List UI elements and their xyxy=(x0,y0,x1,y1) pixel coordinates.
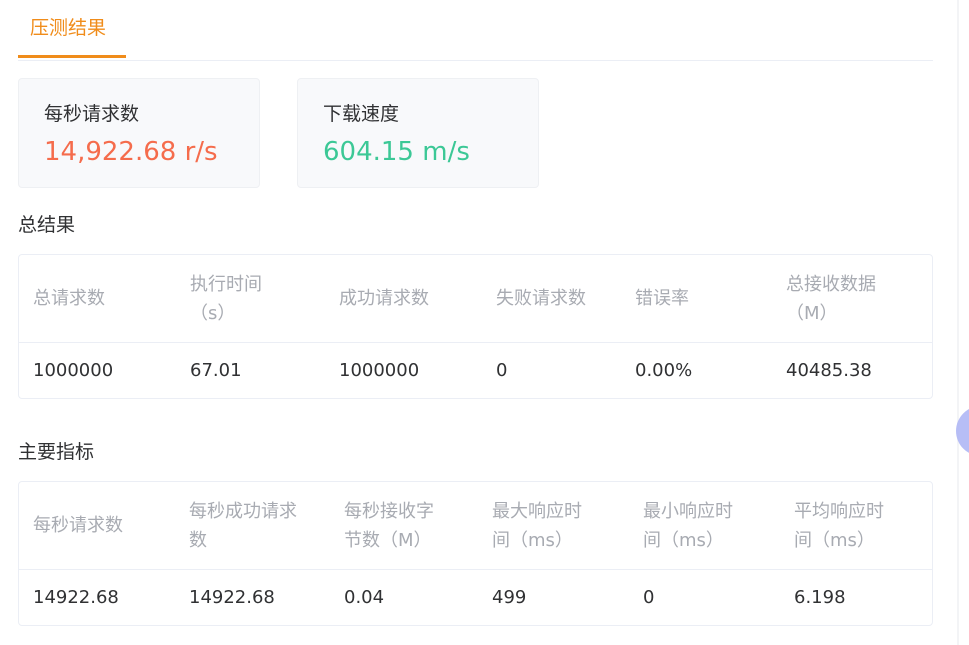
download-speed-stat-card: 下载速度 604.15 m/s xyxy=(297,78,539,188)
column-header-text: 成功请求数 xyxy=(339,288,429,309)
column-header-text: 执行时间 xyxy=(190,273,262,295)
main-metrics-title: 主要指标 xyxy=(18,441,95,463)
column-header: 每秒请求数 xyxy=(33,482,123,569)
column-header: 总接收数据 （M） xyxy=(786,255,876,342)
table-cell: 14922.68 xyxy=(189,587,275,608)
column-header-text: 平均响应时 xyxy=(794,500,884,522)
table-cell: 14922.68 xyxy=(33,587,119,608)
table-row: 1000000 67.01 1000000 0 0.00% 40485.38 xyxy=(19,343,932,398)
column-header-text: 数 xyxy=(189,529,207,551)
table-cell: 40485.38 xyxy=(786,360,872,381)
table-cell: 1000000 xyxy=(339,360,420,381)
column-header: 总请求数 xyxy=(33,255,105,342)
rps-value: 14,922.68 r/s xyxy=(44,137,218,167)
column-header: 每秒接收字节数（M） xyxy=(344,482,434,569)
main-metrics-table: 每秒请求数 每秒成功请求数每秒接收字 节数（M） 最大响应时 间（ms） 最小响应时 间（m… xyxy=(18,481,933,626)
column-header: 执行时间 （s） xyxy=(190,255,262,342)
table-cell: 6.198 xyxy=(794,587,846,608)
column-header-text: 每秒成功请求 xyxy=(189,500,297,522)
column-header-text: 间（ms） xyxy=(492,529,573,551)
column-header: 成功请求数 xyxy=(339,255,429,342)
column-header-text: 节数（M） xyxy=(344,529,432,551)
column-header: 每秒成功请求数 xyxy=(189,482,297,569)
table-row: 14922.68 14922.68 0.04 499 0 6.198 xyxy=(19,570,932,625)
rps-label: 每秒请求数 xyxy=(44,103,140,125)
column-header-text: 每秒接收字 xyxy=(344,500,434,522)
table-cell: 499 xyxy=(492,587,527,608)
column-header-text: 失败请求数 xyxy=(496,288,586,309)
column-header-text: （s） xyxy=(190,302,236,324)
table-cell: 1000000 xyxy=(33,360,114,381)
column-header: 失败请求数 xyxy=(496,255,586,342)
column-header-text: 最大响应时 xyxy=(492,500,582,522)
column-header: 错误率 xyxy=(635,255,689,342)
table-cell: 0 xyxy=(643,587,655,608)
column-header-text: 间（ms） xyxy=(643,529,724,551)
total-results-title: 总结果 xyxy=(18,214,76,236)
rps-stat-card: 每秒请求数 14,922.68 r/s xyxy=(18,78,260,188)
download-speed-value: 604.15 m/s xyxy=(323,137,470,167)
table-header-row: 总请求数 执行时间 （s） 成功请求数 失败请求数 错误率 总接收数据 （M） xyxy=(19,255,932,343)
column-header: 平均响应时间（ms） xyxy=(794,482,884,569)
column-header-text: 间（ms） xyxy=(794,529,875,551)
table-cell: 0.00% xyxy=(635,360,693,381)
column-header: 最大响应时间（ms） xyxy=(492,482,582,569)
column-header-text: 总请求数 xyxy=(33,288,105,309)
result-tabs: 压测结果 xyxy=(18,0,933,61)
total-results-table: 总请求数 执行时间 （s） 成功请求数 失败请求数 错误率 总接收数据 （M） 1000000… xyxy=(18,254,933,399)
column-header-text: 错误率 xyxy=(635,288,689,309)
column-header-text: 总接收数据 xyxy=(786,273,876,295)
column-header-text: （M） xyxy=(786,302,838,324)
download-speed-label: 下载速度 xyxy=(323,103,400,125)
tab-load-test-results[interactable]: 压测结果 xyxy=(18,0,126,58)
table-cell: 0.04 xyxy=(344,587,385,608)
table-header-row: 每秒请求数 每秒成功请求数每秒接收字 节数（M） 最大响应时 间（ms） 最小响应时 间（m… xyxy=(19,482,932,570)
table-cell: 67.01 xyxy=(190,360,242,381)
page-right-border xyxy=(957,0,959,645)
column-header: 最小响应时间（ms） xyxy=(643,482,733,569)
table-cell: 0 xyxy=(496,360,508,381)
column-header-text: 每秒请求数 xyxy=(33,515,123,536)
column-header-text: 最小响应时 xyxy=(643,500,733,522)
